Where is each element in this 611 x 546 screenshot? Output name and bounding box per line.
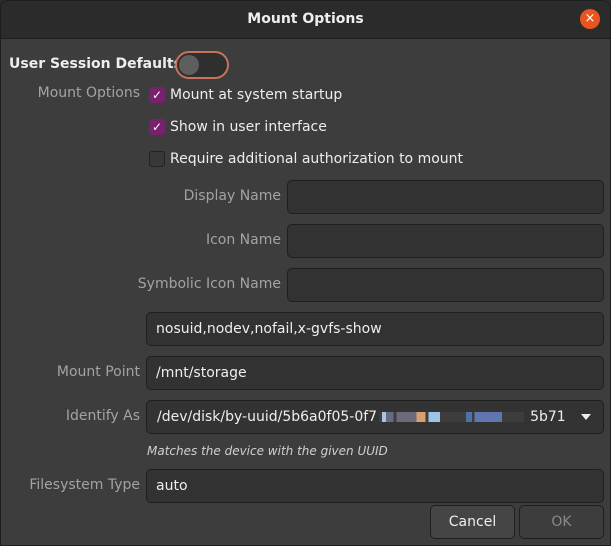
display-name-label: Display Name [183, 188, 281, 204]
dropdown-arrow-icon [581, 414, 591, 420]
require-auth-checkbox[interactable]: Require additional authorization to moun… [149, 149, 463, 169]
mount-options-dialog: Mount Options × User Session Defaults Mo… [0, 0, 611, 546]
user-session-defaults-switch[interactable] [175, 51, 229, 79]
redacted-region [379, 412, 525, 422]
switch-knob [179, 55, 199, 75]
identify-as-hint: Matches the device with the given UUID [147, 444, 388, 458]
checkmark-icon: ✓ [149, 119, 165, 135]
filesystem-type-input[interactable]: auto [146, 469, 604, 503]
user-session-defaults-label: User Session Defaults [9, 56, 182, 72]
symbolic-icon-name-label: Symbolic Icon Name [137, 276, 281, 292]
checkmark-icon: ✓ [149, 87, 165, 103]
symbolic-icon-name-input[interactable] [287, 268, 604, 302]
dialog-title: Mount Options [247, 11, 364, 27]
identify-as-label: Identify As [65, 408, 140, 424]
mount-options-label: Mount Options [37, 85, 140, 101]
close-button[interactable]: × [580, 9, 600, 29]
require-auth-label: Require additional authorization to moun… [170, 151, 464, 167]
titlebar: Mount Options × [1, 1, 610, 39]
close-icon: × [584, 11, 596, 26]
ok-button[interactable]: OK [519, 505, 604, 539]
display-name-input[interactable] [287, 180, 604, 214]
mount-options-input[interactable]: nosuid,nodev,nofail,x-gvfs-show [146, 312, 604, 346]
filesystem-type-label: Filesystem Type [29, 477, 140, 493]
cancel-button[interactable]: Cancel [430, 505, 515, 539]
icon-name-input[interactable] [287, 224, 604, 258]
mount-at-startup-label: Mount at system startup [170, 87, 343, 103]
identify-as-value-suffix: 5b71 [530, 409, 566, 425]
mount-at-startup-checkbox[interactable]: ✓ Mount at system startup [149, 85, 342, 105]
show-in-ui-checkbox[interactable]: ✓ Show in user interface [149, 117, 327, 137]
mount-point-input[interactable]: /mnt/storage [146, 356, 604, 390]
identify-as-dropdown[interactable]: /dev/disk/by-uuid/5b6a0f05-0f7 5b71 [146, 400, 604, 434]
show-in-ui-label: Show in user interface [170, 119, 327, 135]
mount-point-label: Mount Point [56, 364, 140, 380]
checkbox-unchecked-icon [149, 151, 165, 167]
identify-as-value-prefix: /dev/disk/by-uuid/5b6a0f05-0f7 [157, 409, 378, 425]
icon-name-label: Icon Name [205, 232, 281, 248]
